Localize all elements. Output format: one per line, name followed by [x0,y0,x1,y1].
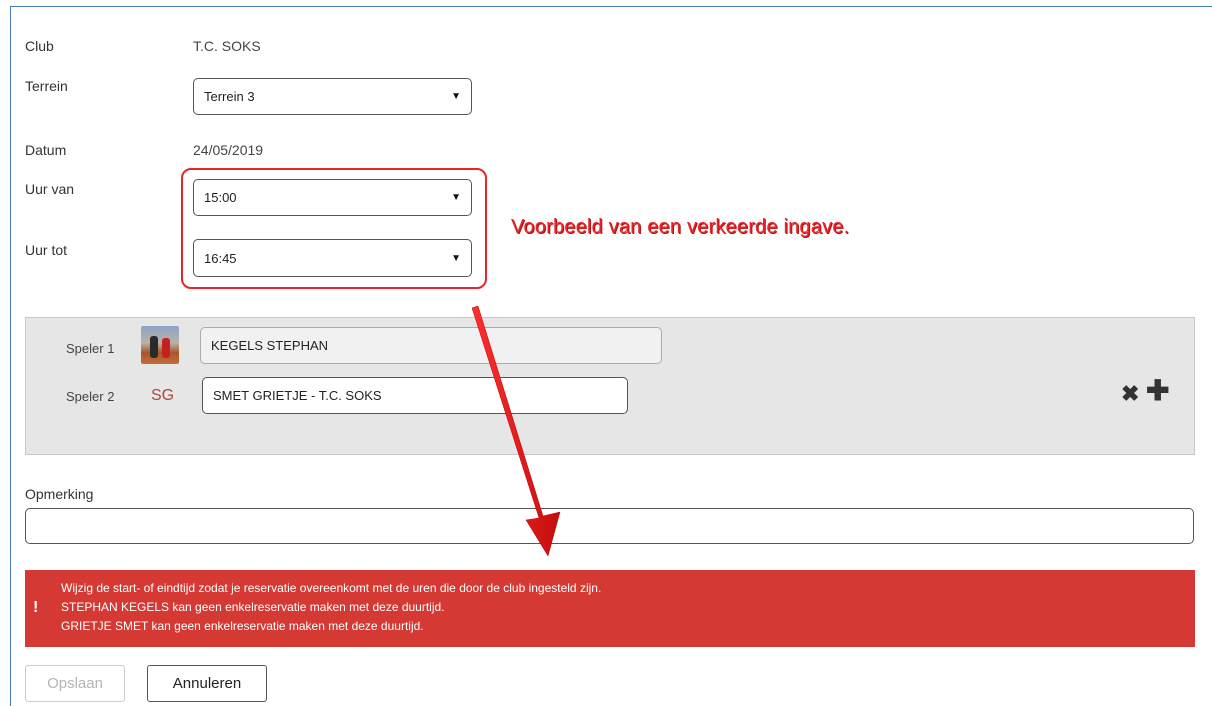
club-label: Club [25,38,54,54]
alert-line: Wijzig de start- of eindtijd zodat je re… [61,581,602,595]
speler1-label: Speler 1 [66,341,115,356]
exclamation-icon: ! [33,599,39,616]
terrein-select-value: Terrein 3 [204,89,255,104]
opmerking-field[interactable] [25,508,1194,544]
alert-line: STEPHAN KEGELS kan geen enkelreservatie … [61,600,445,614]
speler2-label: Speler 2 [66,389,115,404]
club-value: T.C. SOKS [193,38,261,54]
save-button[interactable]: Opslaan [25,665,125,702]
chevron-down-icon: ▼ [451,91,461,102]
frame-border-top [10,6,1212,7]
datum-value: 24/05/2019 [193,142,264,158]
opmerking-label: Opmerking [25,486,94,502]
annotation-text: Voorbeeld van een verkeerde ingave. [511,216,850,238]
terrein-select[interactable]: Terrein 3 ▼ [193,78,472,115]
speler2-field[interactable]: SMET GRIETJE - T.C. SOKS [202,377,628,414]
frame-border-left [10,6,11,706]
plus-icon[interactable]: ✚ [1146,377,1169,405]
uur-tot-label: Uur tot [25,242,68,258]
uur-van-label: Uur van [25,181,75,197]
datum-label: Datum [25,142,67,158]
close-icon[interactable]: ✖ [1121,381,1139,407]
speler1-field[interactable]: KEGELS STEPHAN [200,327,662,364]
avatar [141,326,179,364]
avatar-initials: SG [151,387,175,404]
error-alert: ! Wijzig de start- of eindtijd zodat je … [25,570,1195,647]
cancel-button[interactable]: Annuleren [147,665,267,702]
alert-line: GRIETJE SMET kan geen enkelreservatie ma… [61,619,424,633]
terrein-label: Terrein [25,78,68,94]
error-highlight-box [181,168,487,289]
